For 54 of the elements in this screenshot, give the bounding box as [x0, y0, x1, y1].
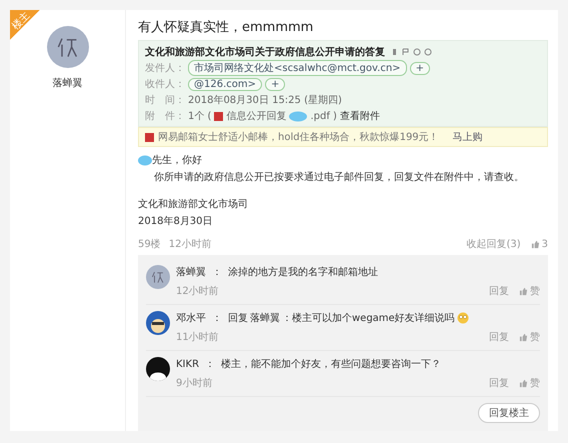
author-avatar[interactable] [46, 26, 88, 68]
user-avatar [146, 311, 170, 335]
comment-time: 12小时前 [176, 284, 219, 298]
letter-line: 先生，你好 [152, 154, 202, 167]
comment-author[interactable]: 邓水平 [176, 311, 206, 325]
attachment-extension: .pdf ) [310, 110, 337, 122]
comment-separator: ： [211, 266, 223, 279]
field-label: 附 件： [145, 110, 185, 123]
thumbs-up-icon [519, 378, 528, 388]
author-name[interactable]: 落蝉翼 [52, 76, 82, 90]
letter-line: 你所申请的政府信息公开已按要求通过电子邮件回复，回复文件在附件中，请查收。 [154, 170, 524, 184]
op-badge: 楼主 [10, 10, 40, 40]
user-avatar [146, 265, 170, 289]
field-label: 发件人： [145, 62, 185, 75]
comment-author[interactable]: KIKR [176, 358, 200, 370]
field-label: 收件人： [145, 78, 185, 91]
comment-time: 11小时前 [176, 330, 219, 344]
blur-mark [289, 110, 308, 122]
pdf-icon [214, 112, 224, 120]
thumbs-up-icon [530, 240, 540, 248]
blur-mark [138, 154, 152, 166]
add-chip[interactable]: + [265, 78, 286, 90]
comment-time: 9小时前 [176, 376, 212, 390]
add-chip[interactable]: + [410, 62, 430, 74]
reply-target[interactable]: 落蝉翼 [250, 311, 280, 325]
ad-text: 网易邮箱女士舒适小邮棒，hold住各种场合，秋款惊爆199元！ [158, 130, 439, 144]
thumbs-up-icon [519, 332, 528, 342]
letter-line: 文化和旅游部文化市场司 [138, 198, 248, 211]
field-label: 时 间： [145, 94, 185, 107]
field-value: 2018年08月30日 15:25 (星期四) [188, 94, 342, 107]
ad-icon [145, 132, 154, 142]
address-chip[interactable]: @126.com> [188, 78, 262, 90]
post-time: 12小时前 [168, 238, 212, 251]
view-attachment-link[interactable]: 查看附件 [340, 109, 380, 123]
emoji-icon [456, 312, 469, 324]
comment-text: 楼主，能不能加个好友，有些问题想要咨询一下？ [221, 358, 442, 371]
user-avatar [146, 357, 170, 381]
comment-author[interactable]: 落蝉翼 [176, 265, 206, 279]
reply-prefix: 回复 [228, 312, 248, 325]
floor-number: 59楼 [138, 238, 161, 251]
email-toolbar-icons [393, 48, 433, 56]
address-chip[interactable]: 市场司网络文化处<scsalwhc@mct.gov.cn> [188, 60, 407, 76]
comment-text: 涂掉的地方是我的名字和邮箱地址 [228, 266, 378, 279]
comment-separator: ： [211, 312, 223, 325]
comment-text: ：楼主可以加个wegame好友详细说吗 [282, 312, 455, 325]
thumbs-up-icon [519, 286, 528, 296]
attachment-name[interactable]: 信息公开回复 [226, 109, 286, 123]
letter-line: 2018年8月30日 [138, 215, 213, 228]
email-subject: 文化和旅游部文化市场司关于政府信息公开申请的答复 [145, 45, 385, 59]
ad-link[interactable]: 马上购 [452, 130, 483, 144]
comment-separator: ： [204, 358, 216, 371]
attachment-count: 1个 ( [188, 110, 212, 123]
post-title: 有人怀疑真实性，emmmmm [138, 19, 314, 36]
reply-to-op-button[interactable]: 回复楼主 [478, 403, 540, 423]
